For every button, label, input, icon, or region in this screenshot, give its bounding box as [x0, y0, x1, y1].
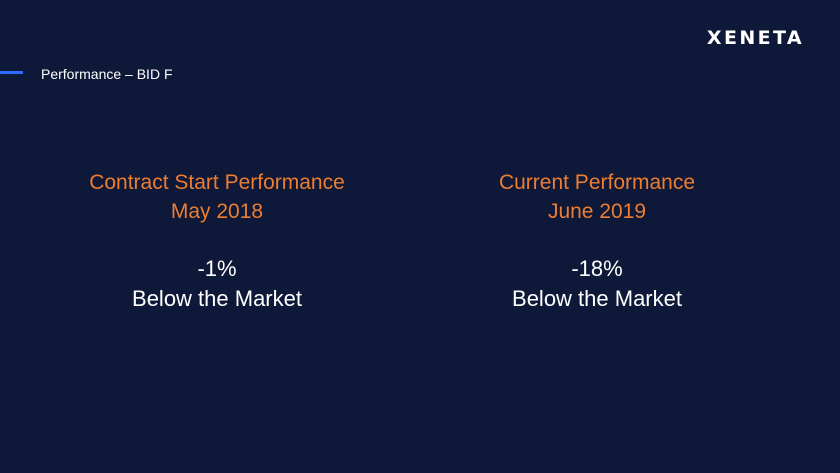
section-title: Performance – BID F [41, 66, 173, 82]
panel-heading: Current Performance June 2019 [432, 168, 762, 226]
panel-heading-date: May 2018 [170, 200, 264, 223]
panel-heading-date: June 2019 [547, 200, 647, 223]
panel-value-block: -1% Below the Market [52, 254, 382, 314]
panel-heading-title: Current Performance [498, 171, 696, 194]
section-accent-line [0, 71, 23, 74]
contract-start-panel: Contract Start Performance May 2018 -1% … [52, 168, 382, 314]
performance-caption: Below the Market [512, 286, 682, 311]
xeneta-logo: XENETA [706, 27, 804, 49]
panel-heading-title: Contract Start Performance [89, 171, 345, 194]
panel-value-block: -18% Below the Market [432, 254, 762, 314]
panel-heading: Contract Start Performance May 2018 [52, 168, 382, 226]
slide: XENETA Performance – BID F Contract Star… [0, 0, 840, 473]
performance-value: -1% [197, 256, 237, 281]
performance-caption: Below the Market [132, 286, 302, 311]
performance-value: -18% [571, 256, 623, 281]
current-performance-panel: Current Performance June 2019 -18% Below… [432, 168, 762, 314]
